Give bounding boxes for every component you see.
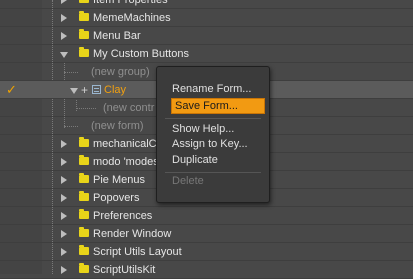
- expand-arrow-icon[interactable]: [61, 14, 67, 22]
- menu-separator: [165, 118, 261, 119]
- expand-arrow-icon[interactable]: [61, 194, 67, 202]
- tree-item-label: Preferences: [93, 210, 153, 222]
- tree-item-label: Script Utils Layout: [93, 246, 182, 258]
- expand-arrow-icon[interactable]: [61, 140, 67, 148]
- tree-row-mememachines[interactable]: MemeMachines: [0, 9, 413, 27]
- tree-item-label: ScriptUtilsKit: [93, 264, 156, 276]
- folder-icon: [79, 245, 89, 255]
- expand-arrow-icon[interactable]: [61, 248, 67, 256]
- tree-row-item-properties[interactable]: Item Properties: [0, 0, 413, 9]
- tree-item-label: modo 'modes: [93, 156, 159, 168]
- folder-icon: [79, 191, 89, 201]
- tree-row-preferences[interactable]: Preferences: [0, 207, 413, 225]
- expand-arrow-icon[interactable]: [61, 212, 67, 220]
- folder-icon: [79, 155, 89, 165]
- menu-item-delete: Delete: [172, 175, 204, 187]
- tree-item-label: Pie Menus: [93, 174, 145, 186]
- tree-item-label: Popovers: [93, 192, 140, 204]
- menu-item-assign-to-key[interactable]: Assign to Key...: [172, 136, 248, 152]
- tree-row-menu-bar[interactable]: Menu Bar: [0, 27, 413, 45]
- expand-arrow-icon[interactable]: [61, 32, 67, 40]
- tree-item-label: Render Window: [93, 228, 172, 240]
- menu-item-save-form[interactable]: Save Form...: [175, 98, 238, 114]
- folder-icon: [79, 227, 89, 237]
- tree-item-label: MemeMachines: [93, 12, 171, 24]
- form-icon: [92, 85, 101, 94]
- tree-row-scriptutilskit[interactable]: ScriptUtilsKit: [0, 261, 413, 279]
- tree-item-label: My Custom Buttons: [93, 48, 189, 60]
- tree-row-my-custom-buttons[interactable]: My Custom Buttons: [0, 45, 413, 63]
- expand-arrow-icon[interactable]: [61, 230, 67, 238]
- menu-item-duplicate[interactable]: Duplicate: [172, 152, 218, 168]
- folder-icon: [79, 47, 89, 57]
- collapse-arrow-icon[interactable]: [70, 88, 78, 94]
- menu-item-show-help[interactable]: Show Help...: [172, 121, 234, 137]
- folder-icon: [79, 137, 89, 147]
- folder-icon: [79, 173, 89, 183]
- folder-icon: [79, 209, 89, 219]
- tree-item-label: mechanicalCo: [93, 138, 163, 150]
- tree-item-label: (new form): [91, 120, 144, 132]
- menu-item-rename-form[interactable]: Rename Form...: [172, 81, 251, 97]
- tree-item-label: Clay: [104, 84, 127, 96]
- collapse-arrow-icon[interactable]: [60, 52, 68, 58]
- folder-icon: [79, 0, 89, 3]
- tree-item-label: Item Properties: [93, 0, 168, 6]
- expand-arrow-icon[interactable]: [61, 0, 67, 4]
- folder-icon: [79, 29, 89, 39]
- folder-icon: [79, 263, 89, 273]
- expand-arrow-icon[interactable]: [61, 158, 67, 166]
- tree-row-script-utils-layout[interactable]: Script Utils Layout: [0, 243, 413, 261]
- plus-icon[interactable]: +: [81, 81, 88, 99]
- tree-item-label: (new contr: [103, 102, 155, 114]
- tree-row-render-window[interactable]: Render Window: [0, 225, 413, 243]
- context-menu: Rename Form... Save Form... Show Help...…: [156, 66, 270, 203]
- tree-item-label: (new group): [91, 66, 150, 78]
- expand-arrow-icon[interactable]: [61, 266, 67, 274]
- checkmark-icon[interactable]: ✓: [6, 81, 17, 99]
- expand-arrow-icon[interactable]: [61, 176, 67, 184]
- tree-item-label: Menu Bar: [93, 30, 141, 42]
- folder-icon: [79, 11, 89, 21]
